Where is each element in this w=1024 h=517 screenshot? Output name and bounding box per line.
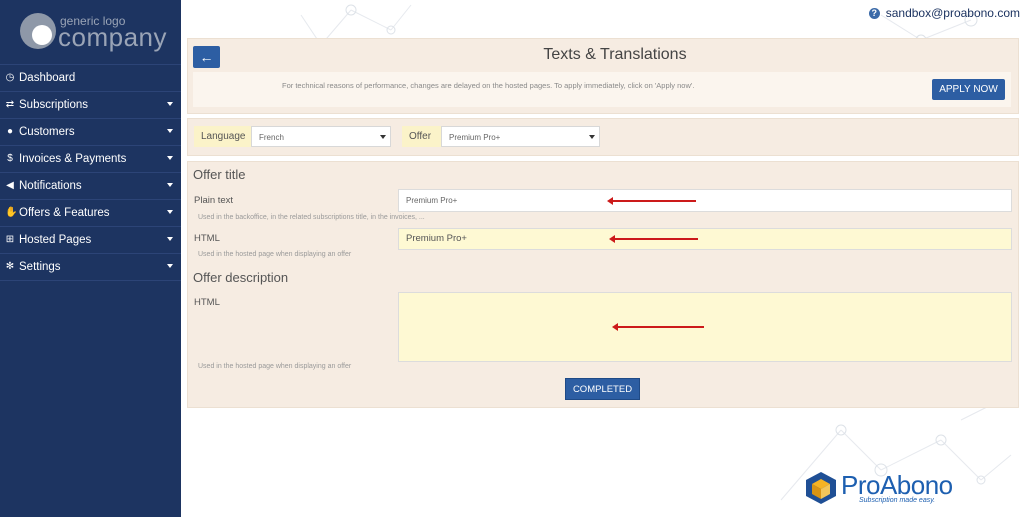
back-button[interactable]: ←	[193, 46, 220, 68]
caret-down-icon	[167, 237, 173, 241]
sidebar-item-label: Invoices & Payments	[19, 153, 127, 165]
cart-icon: ⊞	[5, 234, 15, 245]
sidebar-item-customers[interactable]: ● Customers	[0, 118, 181, 145]
offer-description-heading: Offer description	[193, 270, 289, 285]
sidebar-item-subscriptions[interactable]: ⇄ Subscriptions	[0, 91, 181, 118]
logo-line2: company	[58, 22, 167, 52]
caret-down-icon	[589, 135, 595, 139]
html-input[interactable]: Premium Pro+	[398, 228, 1012, 250]
caret-down-icon	[167, 183, 173, 187]
user-icon: ●	[6, 126, 14, 137]
brand-tagline: Subscription made easy.	[859, 497, 936, 504]
html-label: HTML	[194, 233, 220, 244]
plain-text-input[interactable]: Premium Pro+	[398, 189, 1012, 212]
sidebar-item-invoices[interactable]: $ Invoices & Payments	[0, 145, 181, 172]
language-label: Language	[194, 126, 251, 147]
help-icon[interactable]: ?	[868, 7, 880, 19]
sidebar-item-label: Subscriptions	[19, 99, 89, 111]
annotation-arrow	[612, 323, 704, 331]
sidebar-item-offers[interactable]: ✋ Offers & Features	[0, 199, 181, 226]
offer-title-heading: Offer title	[193, 167, 246, 182]
offer-value: Premium Pro+	[449, 133, 501, 142]
annotation-arrow	[607, 197, 696, 205]
logo-circle-icon	[20, 13, 56, 49]
gear-icon: ✻	[5, 261, 15, 272]
sidebar-item-label: Settings	[19, 261, 61, 273]
sidebar-item-hosted-pages[interactable]: ⊞ Hosted Pages	[0, 226, 181, 253]
sidebar-nav: ◷ Dashboard ⇄ Subscriptions ● Customers …	[0, 64, 181, 281]
dollar-icon: $	[7, 153, 13, 164]
description-html-editor[interactable]	[398, 292, 1012, 362]
sidebar-item-label: Offers & Features	[19, 207, 110, 219]
bullhorn-icon: ◀	[6, 180, 14, 191]
annotation-arrow	[609, 235, 698, 243]
html-help: Used in the hosted page when displaying …	[198, 251, 352, 258]
dashboard-icon: ◷	[5, 72, 15, 83]
proabono-logo: ProAbono Subscription made easy.	[805, 468, 1005, 508]
notice-text: For technical reasons of performance, ch…	[282, 81, 695, 90]
sidebar-item-dashboard[interactable]: ◷ Dashboard	[0, 64, 181, 91]
language-select[interactable]: French	[251, 126, 391, 147]
plain-text-help: Used in the backoffice, in the related s…	[198, 214, 425, 221]
apply-now-button[interactable]: APPLY NOW	[932, 79, 1005, 100]
sidebar-item-label: Dashboard	[19, 72, 76, 84]
language-value: French	[259, 133, 284, 142]
caret-down-icon	[380, 135, 386, 139]
plain-text-label: Plain text	[194, 195, 234, 206]
user-email[interactable]: sandbox@proabono.com	[886, 6, 1020, 20]
sidebar-item-notifications[interactable]: ◀ Notifications	[0, 172, 181, 199]
sidebar-item-settings[interactable]: ✻ Settings	[0, 253, 181, 281]
caret-down-icon	[167, 129, 173, 133]
description-html-label: HTML	[194, 297, 220, 308]
offer-select[interactable]: Premium Pro+	[441, 126, 600, 147]
user-account[interactable]: ? sandbox@proabono.com	[868, 6, 1020, 20]
sidebar-item-label: Customers	[19, 126, 75, 138]
page-title: Texts & Translations	[543, 46, 687, 63]
caret-down-icon	[167, 264, 173, 268]
thumbs-up-icon: ✋	[5, 207, 18, 218]
caret-down-icon	[167, 156, 173, 160]
caret-down-icon	[167, 210, 173, 214]
arrow-left-icon: ←	[199, 49, 214, 65]
completed-button[interactable]: COMPLETED	[565, 378, 640, 400]
caret-down-icon	[167, 102, 173, 106]
cube-icon	[806, 472, 836, 504]
sidebar-item-label: Notifications	[19, 180, 82, 192]
sidebar-item-label: Hosted Pages	[19, 234, 92, 246]
offer-label: Offer	[402, 126, 441, 147]
description-html-help: Used in the hosted page when displaying …	[198, 363, 352, 370]
sidebar: generic logo company ◷ Dashboard ⇄ Subsc…	[0, 0, 181, 517]
retweet-icon: ⇄	[5, 99, 15, 110]
company-logo[interactable]: generic logo company	[0, 0, 181, 64]
